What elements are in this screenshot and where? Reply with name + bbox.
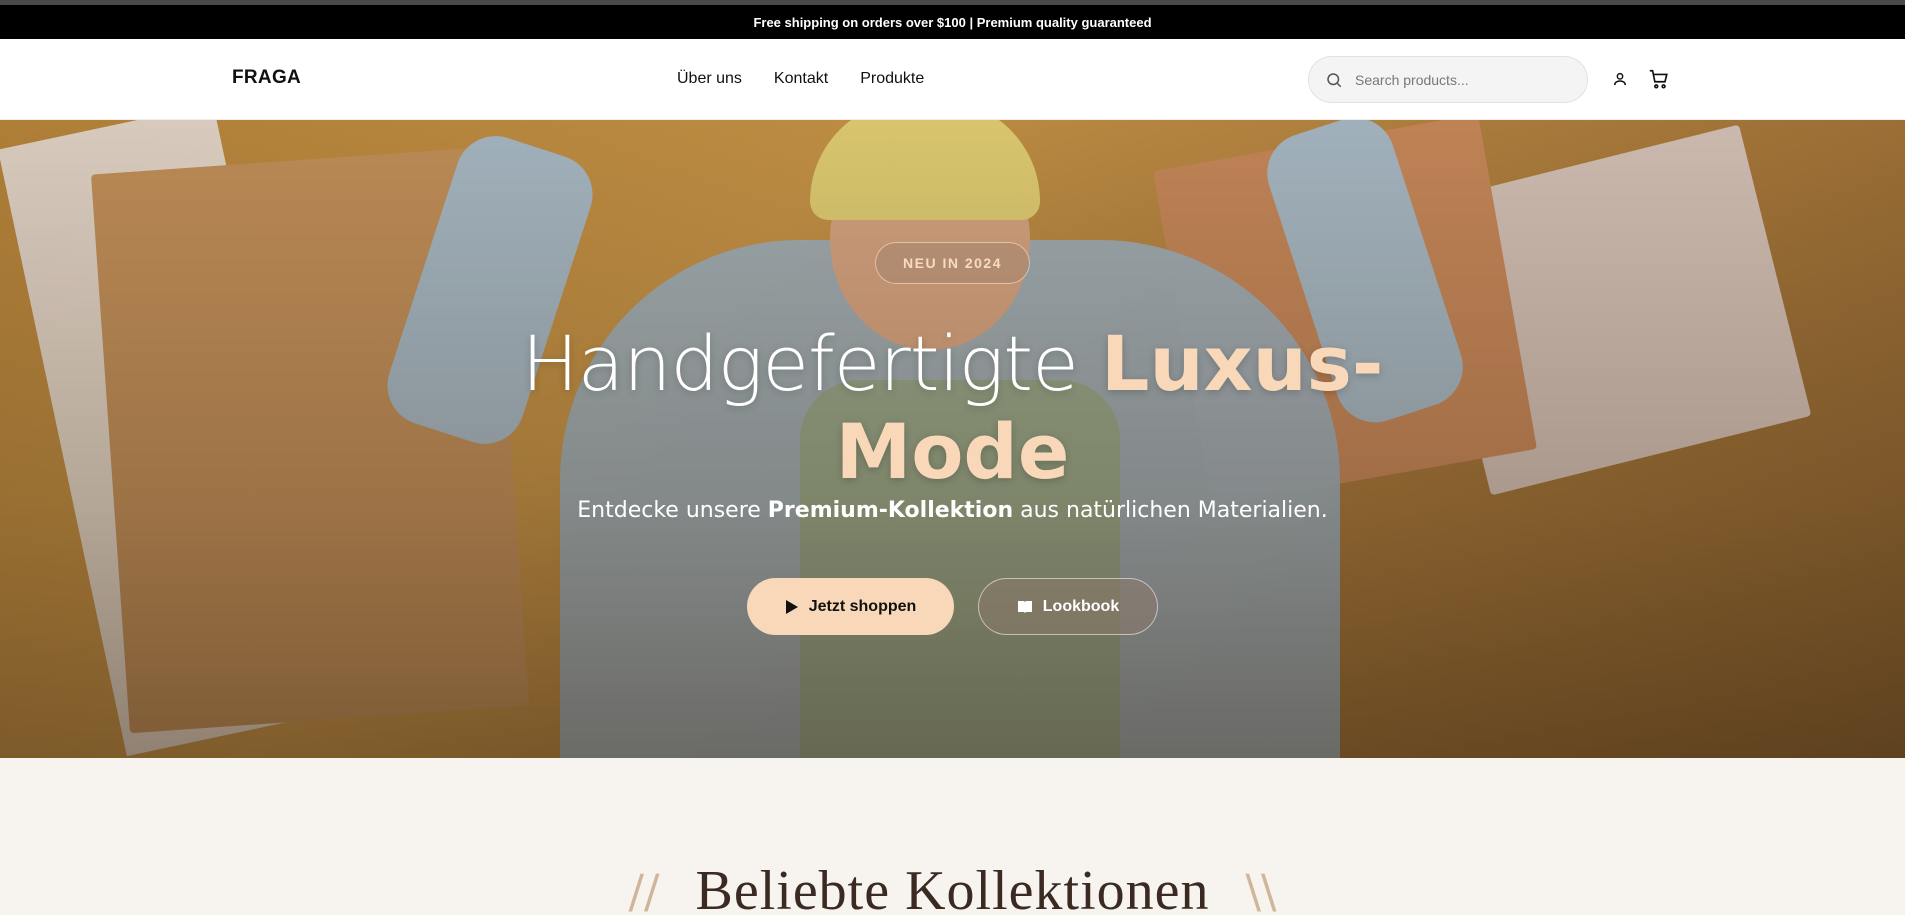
hero-subline: Entdecke unsere Premium-Kollektion aus n… bbox=[0, 498, 1905, 523]
cart-button[interactable] bbox=[1647, 67, 1671, 91]
headline-accent-text-2: Mode bbox=[835, 407, 1070, 496]
account-button[interactable] bbox=[1608, 67, 1632, 91]
subline-text: Entdecke unsere bbox=[577, 498, 768, 523]
hero-banner: NEU IN 2024 Handgefertigte Luxus- Mode E… bbox=[0, 120, 1905, 758]
announcement-bar: Free shipping on orders over $100 | Prem… bbox=[0, 5, 1905, 39]
lookbook-label: Lookbook bbox=[1042, 597, 1120, 615]
headline-accent-text: Luxus- bbox=[1101, 319, 1384, 408]
lookbook-button[interactable]: Lookbook bbox=[978, 578, 1158, 635]
cart-icon bbox=[1649, 69, 1668, 89]
headline-light-text: Handgefertigte bbox=[521, 319, 1102, 408]
play-icon bbox=[785, 599, 798, 614]
subline-bold-text: Premium-Kollektion bbox=[767, 498, 1014, 523]
nav-link-kontakt[interactable]: Kontakt bbox=[774, 70, 828, 88]
title-decoration-right: \\ bbox=[1245, 864, 1277, 915]
shop-now-label: Jetzt shoppen bbox=[808, 597, 917, 615]
book-icon bbox=[1017, 600, 1032, 613]
collections-section-header: // Beliebte Kollektionen \\ bbox=[0, 860, 1905, 915]
nav-link-ueber-uns[interactable]: Über uns bbox=[677, 70, 742, 88]
site-header: FRAGA Über uns Kontakt Produkte bbox=[0, 39, 1905, 120]
shop-now-button[interactable]: Jetzt shoppen bbox=[747, 578, 954, 635]
logo[interactable]: FRAGA bbox=[232, 67, 301, 89]
nav-link-produkte[interactable]: Produkte bbox=[860, 70, 924, 88]
search-box[interactable] bbox=[1308, 56, 1588, 103]
section-title: Beliebte Kollektionen bbox=[695, 860, 1210, 915]
subline-text-end: aus natürlichen Materialien. bbox=[1013, 498, 1328, 523]
title-decoration-left: // bbox=[628, 864, 660, 915]
hero-headline: Handgefertigte Luxus- Mode bbox=[0, 320, 1905, 496]
new-badge: NEU IN 2024 bbox=[875, 242, 1030, 284]
search-input[interactable] bbox=[1355, 71, 1555, 88]
announcement-text: Free shipping on orders over $100 | Prem… bbox=[753, 14, 1152, 30]
user-icon bbox=[1613, 72, 1627, 86]
main-nav: Über uns Kontakt Produkte bbox=[677, 70, 924, 88]
search-icon bbox=[1327, 72, 1342, 87]
